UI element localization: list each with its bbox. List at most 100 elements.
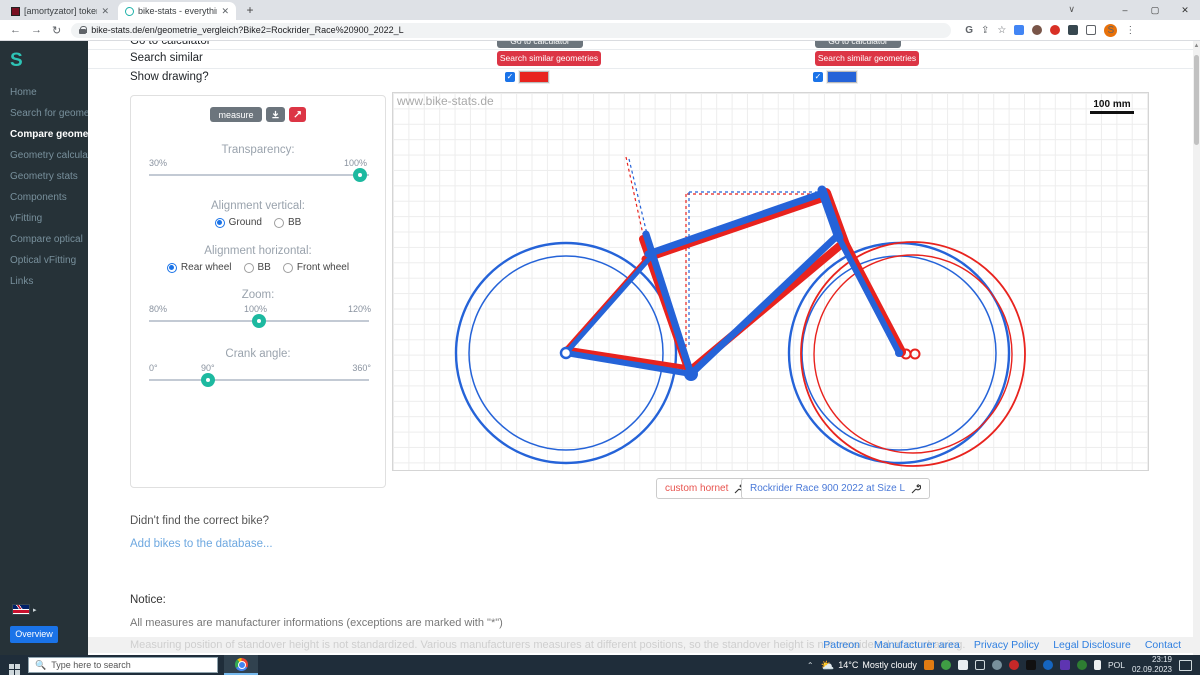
window-controls: – ▢ ✕ — [1110, 0, 1200, 20]
footer-link[interactable]: Patreon — [823, 639, 860, 651]
bike1-color-swatch[interactable] — [518, 70, 550, 84]
tray-icon-6[interactable] — [1008, 660, 1019, 670]
minimize-button[interactable]: – — [1110, 5, 1140, 15]
menu-icon[interactable]: ⋮ — [1125, 25, 1135, 36]
back-icon[interactable]: ← — [10, 24, 21, 36]
go-to-calculator-button-2[interactable]: Go to calculator — [815, 41, 901, 48]
tab2-title: bike-stats - everything about bi... — [138, 6, 217, 16]
overview-button[interactable]: Overview — [10, 626, 58, 643]
tab1-favicon — [11, 6, 20, 16]
sidebar-item-label: Home — [10, 87, 37, 98]
battery-icon[interactable] — [1093, 660, 1101, 670]
search-similar-button-2[interactable]: Search similar geometries — [815, 51, 919, 66]
tray-icon-10[interactable] — [1076, 660, 1087, 670]
footer-link[interactable]: Contact — [1145, 639, 1181, 651]
tray-icon-2[interactable] — [940, 660, 951, 670]
browser-tab-1[interactable]: [amortyzator] tokeny - Amortyz... ✕ — [4, 2, 116, 20]
taskbar-search[interactable]: 🔍 Type here to search — [28, 657, 218, 673]
search-similar-button-1[interactable]: Search similar geometries — [497, 51, 601, 66]
page-scrollbar[interactable]: ▲ — [1193, 41, 1200, 655]
tray-icon-7[interactable] — [1025, 660, 1036, 670]
blue-front-axle — [895, 349, 903, 357]
sidebar-item-label: Links — [10, 276, 34, 287]
bike-drawing-canvas[interactable]: www.bike-stats.de 100 mm — [392, 92, 1149, 471]
sidebar-item[interactable]: Components — [0, 187, 88, 208]
taskbar-clock[interactable]: 23:19 02.09.2023 — [1132, 655, 1172, 674]
sidebar-item[interactable]: Geometry stats — [0, 166, 88, 187]
crank-track[interactable] — [149, 379, 369, 381]
sidebar-item[interactable]: Compare optical — [0, 229, 88, 250]
sidebar-item[interactable]: Search for geometry — [0, 103, 88, 124]
tray-expand-icon[interactable]: ⌃ — [807, 661, 814, 670]
bookmark-star-icon[interactable]: ☆ — [997, 25, 1006, 36]
crank-thumb[interactable] — [201, 373, 215, 387]
tray-icon-8[interactable] — [1042, 660, 1053, 670]
sidebar-item[interactable]: Compare geometries — [0, 124, 88, 145]
language-indicator[interactable]: POL — [1108, 660, 1125, 670]
alignment-vertical-radio[interactable]: BB — [274, 217, 301, 228]
transparency-thumb[interactable] — [353, 168, 367, 182]
footer-link[interactable]: Privacy Policy — [974, 639, 1039, 651]
alignment-horizontal-radio[interactable]: BB — [243, 262, 271, 273]
download-button[interactable] — [265, 107, 285, 122]
browser-tab-strip: [amortyzator] tokeny - Amortyz... ✕ bike… — [0, 0, 1200, 20]
extension-badge-icon[interactable] — [1050, 25, 1061, 35]
notification-center-icon[interactable] — [1179, 659, 1192, 671]
url-field[interactable]: bike-stats.de/en/geometrie_vergleich?Bik… — [71, 22, 952, 38]
translate-extension-icon[interactable] — [1014, 25, 1025, 35]
weather-text: Mostly cloudy — [862, 660, 917, 670]
scrollbar-thumb[interactable] — [1194, 55, 1199, 145]
tray-icon-3[interactable] — [957, 660, 968, 670]
show-drawing-checkbox-1[interactable]: ✓ — [505, 72, 515, 82]
tray-icon-1[interactable] — [923, 660, 934, 670]
bike-stats-logo[interactable]: S — [10, 50, 88, 72]
alignment-horizontal-radio[interactable]: Front wheel — [282, 262, 349, 273]
google-icon[interactable]: G — [965, 25, 973, 36]
sidepanel-icon[interactable] — [1086, 25, 1097, 35]
tray-icon-4[interactable] — [974, 660, 985, 670]
alignment-vertical-radio[interactable]: Ground — [214, 217, 262, 228]
bike1-select-button[interactable]: custom hornet — [656, 478, 754, 499]
tab1-close-icon[interactable]: ✕ — [101, 6, 109, 17]
alignment-horizontal-radio[interactable]: Rear wheel — [166, 262, 232, 273]
tray-icon-5[interactable] — [991, 660, 1002, 670]
language-selector[interactable]: ▸ — [12, 604, 37, 615]
fullscreen-button[interactable] — [288, 107, 306, 122]
search-placeholder: Type here to search — [51, 660, 131, 670]
scroll-up-icon[interactable]: ▲ — [1193, 43, 1200, 49]
maximize-button[interactable]: ▢ — [1140, 5, 1170, 16]
radio-label: BB — [257, 262, 271, 273]
red-bike-frame — [563, 188, 906, 375]
reload-icon[interactable]: ↻ — [52, 24, 61, 37]
close-button[interactable]: ✕ — [1170, 5, 1200, 16]
taskbar-chrome-button[interactable] — [224, 655, 258, 675]
footer-link[interactable]: Legal Disclosure — [1053, 639, 1131, 651]
sidebar-item[interactable]: Geometry calculator — [0, 145, 88, 166]
chrome-icon — [234, 657, 248, 671]
show-drawing-checkbox-2[interactable]: ✓ — [813, 72, 823, 82]
measure-button[interactable]: measure — [210, 107, 262, 122]
forward-icon[interactable]: → — [31, 24, 42, 36]
footer-link[interactable]: Manufacturer area — [874, 639, 960, 651]
browser-tab-2[interactable]: bike-stats - everything about bi... ✕ — [118, 2, 236, 20]
extension-icon[interactable] — [1032, 25, 1043, 35]
transparency-track[interactable] — [149, 174, 369, 176]
weather-widget[interactable]: ⛅ 14°C Mostly cloudy — [821, 659, 917, 672]
zoom-thumb[interactable] — [252, 314, 266, 328]
sidebar-item[interactable]: Links — [0, 271, 88, 292]
go-to-calculator-button-1[interactable]: Go to calculator — [497, 41, 583, 48]
bike2-color-swatch[interactable] — [826, 70, 858, 84]
tab-search-caret-icon[interactable]: ∨ — [1068, 4, 1075, 15]
adblock-extension-icon[interactable] — [1068, 25, 1079, 35]
profile-avatar[interactable]: S — [1104, 23, 1118, 37]
add-bikes-link[interactable]: Add bikes to the database... — [130, 538, 273, 550]
new-tab-button[interactable]: + — [243, 4, 257, 18]
tab2-close-icon[interactable]: ✕ — [221, 6, 229, 17]
start-button[interactable] — [0, 656, 28, 675]
bike2-select-button[interactable]: Rockrider Race 900 2022 at Size L — [741, 478, 931, 499]
share-icon[interactable]: ⇪ — [981, 25, 989, 36]
sidebar-item[interactable]: vFitting — [0, 208, 88, 229]
sidebar-item[interactable]: Home — [0, 82, 88, 103]
sidebar-item[interactable]: Optical vFitting — [0, 250, 88, 271]
tray-icon-9[interactable] — [1059, 660, 1070, 670]
